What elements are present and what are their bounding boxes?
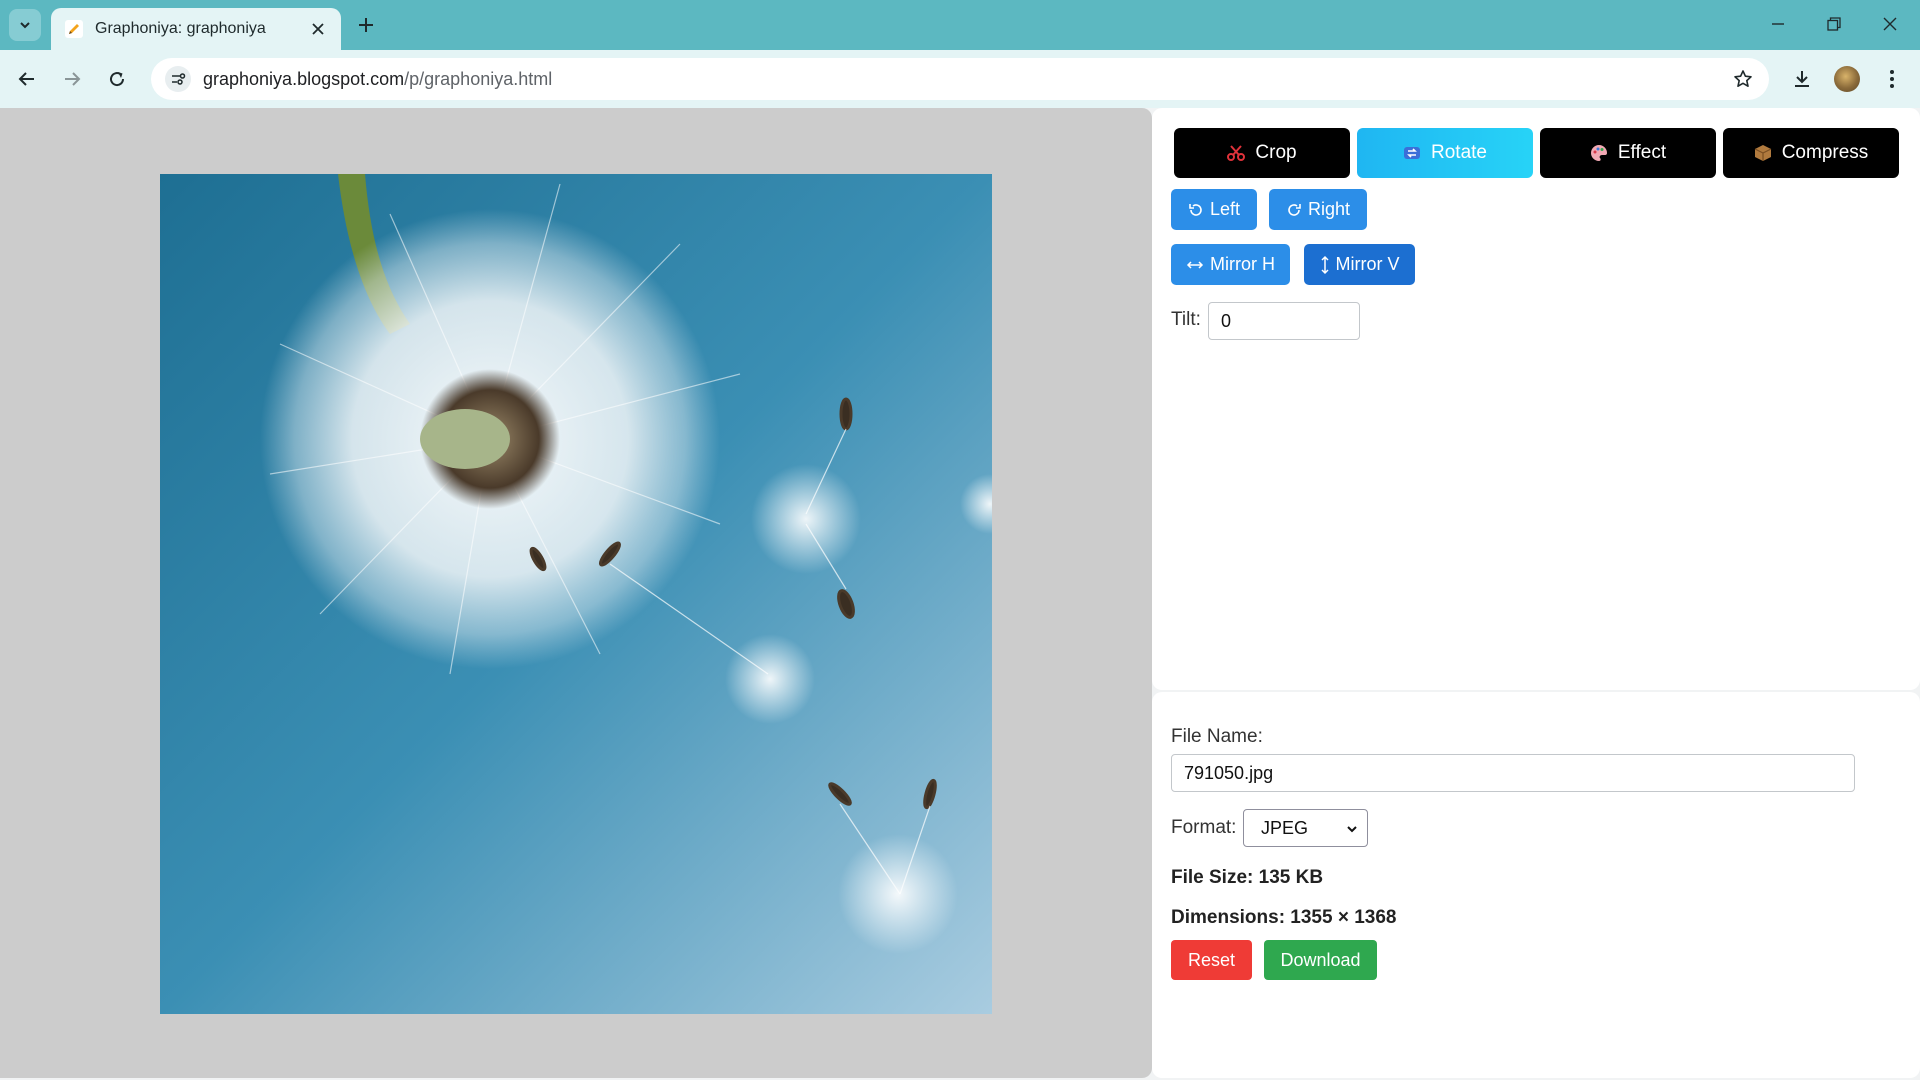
rotate-right-label: Right (1307, 199, 1351, 219)
format-selected-value: JPEG (1261, 817, 1309, 838)
tab-rotate[interactable]: Rotate (1357, 128, 1533, 178)
file-info-panel: File Name: 791050.jpg Format: JPEG File … (1152, 692, 1920, 1078)
tools-panel: Crop Rotate Effect Compress Left Right M… (1152, 108, 1920, 690)
tab-compress[interactable]: Compress (1723, 128, 1899, 178)
arrow-right-icon (65, 72, 81, 86)
menu-button[interactable] (1874, 61, 1910, 97)
rotate-cw-icon (1288, 203, 1301, 216)
rotate-left-button[interactable]: Left (1171, 189, 1257, 230)
arrows-horizontal-icon (1186, 260, 1204, 269)
tab-compress-label: Compress (1781, 142, 1869, 163)
file-name-input[interactable]: 791050.jpg (1171, 754, 1855, 792)
mirror-vertical-button[interactable]: Mirror V (1304, 244, 1415, 285)
restore-icon (1827, 17, 1841, 31)
site-info-icon[interactable] (165, 66, 191, 92)
format-label: Format: (1171, 817, 1237, 838)
mirror-v-label: Mirror V (1335, 254, 1400, 274)
browser-tab-bar: Graphoniya: graphoniya (0, 0, 1920, 50)
bookmark-star-icon[interactable] (1731, 67, 1755, 91)
chevron-down-icon (1347, 826, 1357, 833)
tab-effect-label: Effect (1617, 142, 1667, 163)
arrows-vertical-icon (1320, 255, 1329, 274)
tab-rotate-label: Rotate (1431, 142, 1487, 163)
reload-button[interactable] (99, 61, 135, 97)
address-bar[interactable]: graphoniya.blogspot.com/p/graphoniya.htm… (151, 58, 1769, 100)
arrow-left-icon (18, 72, 34, 86)
browser-toolbar: graphoniya.blogspot.com/p/graphoniya.htm… (0, 50, 1920, 108)
download-icon (1795, 71, 1809, 87)
new-tab-button[interactable] (350, 9, 382, 41)
download-button[interactable]: Download (1264, 940, 1377, 980)
close-icon (1883, 17, 1897, 31)
tab-title: Graphoniya: graphoniya (95, 20, 266, 37)
image-canvas-area (0, 108, 1152, 1078)
rotate-icon (1404, 147, 1420, 159)
tilt-input[interactable]: 0 (1208, 302, 1360, 340)
pencil-favicon-icon (65, 20, 83, 38)
restore-button[interactable] (1806, 0, 1862, 48)
rotate-ccw-icon (1189, 203, 1202, 216)
url-path: /p/graphoniya.html (404, 68, 553, 89)
dimensions-text: Dimensions: 1355 × 1368 (1171, 907, 1397, 928)
rotate-right-button[interactable]: Right (1269, 189, 1367, 230)
tab-crop[interactable]: Crop (1174, 128, 1350, 178)
url-text: graphoniya.blogspot.com/p/graphoniya.htm… (203, 69, 552, 90)
tilt-label: Tilt: (1171, 309, 1201, 330)
close-tab-icon[interactable] (307, 18, 329, 40)
file-name-label: File Name: (1171, 726, 1263, 747)
file-size-text: File Size: 135 KB (1171, 867, 1324, 888)
image-preview[interactable] (160, 174, 992, 1014)
tab-search-button[interactable] (9, 9, 41, 41)
url-host: graphoniya.blogspot.com (203, 68, 405, 89)
kebab-menu-icon (1890, 70, 1894, 88)
mirror-horizontal-button[interactable]: Mirror H (1171, 244, 1290, 285)
rotate-left-label: Left (1209, 199, 1241, 219)
back-button[interactable] (9, 61, 45, 97)
close-window-button[interactable] (1862, 0, 1918, 48)
package-icon (1754, 145, 1771, 161)
tab-effect[interactable]: Effect (1540, 128, 1716, 178)
reset-button[interactable]: Reset (1171, 940, 1252, 980)
avatar (1834, 66, 1860, 92)
minimize-icon (1772, 23, 1784, 25)
format-select[interactable]: JPEG (1243, 809, 1368, 847)
chevron-down-icon (20, 22, 30, 29)
forward-button[interactable] (54, 61, 90, 97)
mirror-h-label: Mirror H (1210, 254, 1275, 274)
scissors-icon (1227, 145, 1246, 161)
plus-icon (359, 18, 373, 32)
tab-crop-label: Crop (1255, 142, 1297, 163)
minimize-button[interactable] (1750, 0, 1806, 48)
profile-button[interactable] (1829, 61, 1865, 97)
downloads-button[interactable] (1784, 61, 1820, 97)
dandelion-photo (160, 174, 992, 1014)
reload-icon (110, 72, 125, 87)
browser-tab-active[interactable]: Graphoniya: graphoniya (51, 8, 341, 50)
page-content: Crop Rotate Effect Compress Left Right M… (0, 108, 1920, 1080)
palette-icon (1590, 145, 1607, 161)
